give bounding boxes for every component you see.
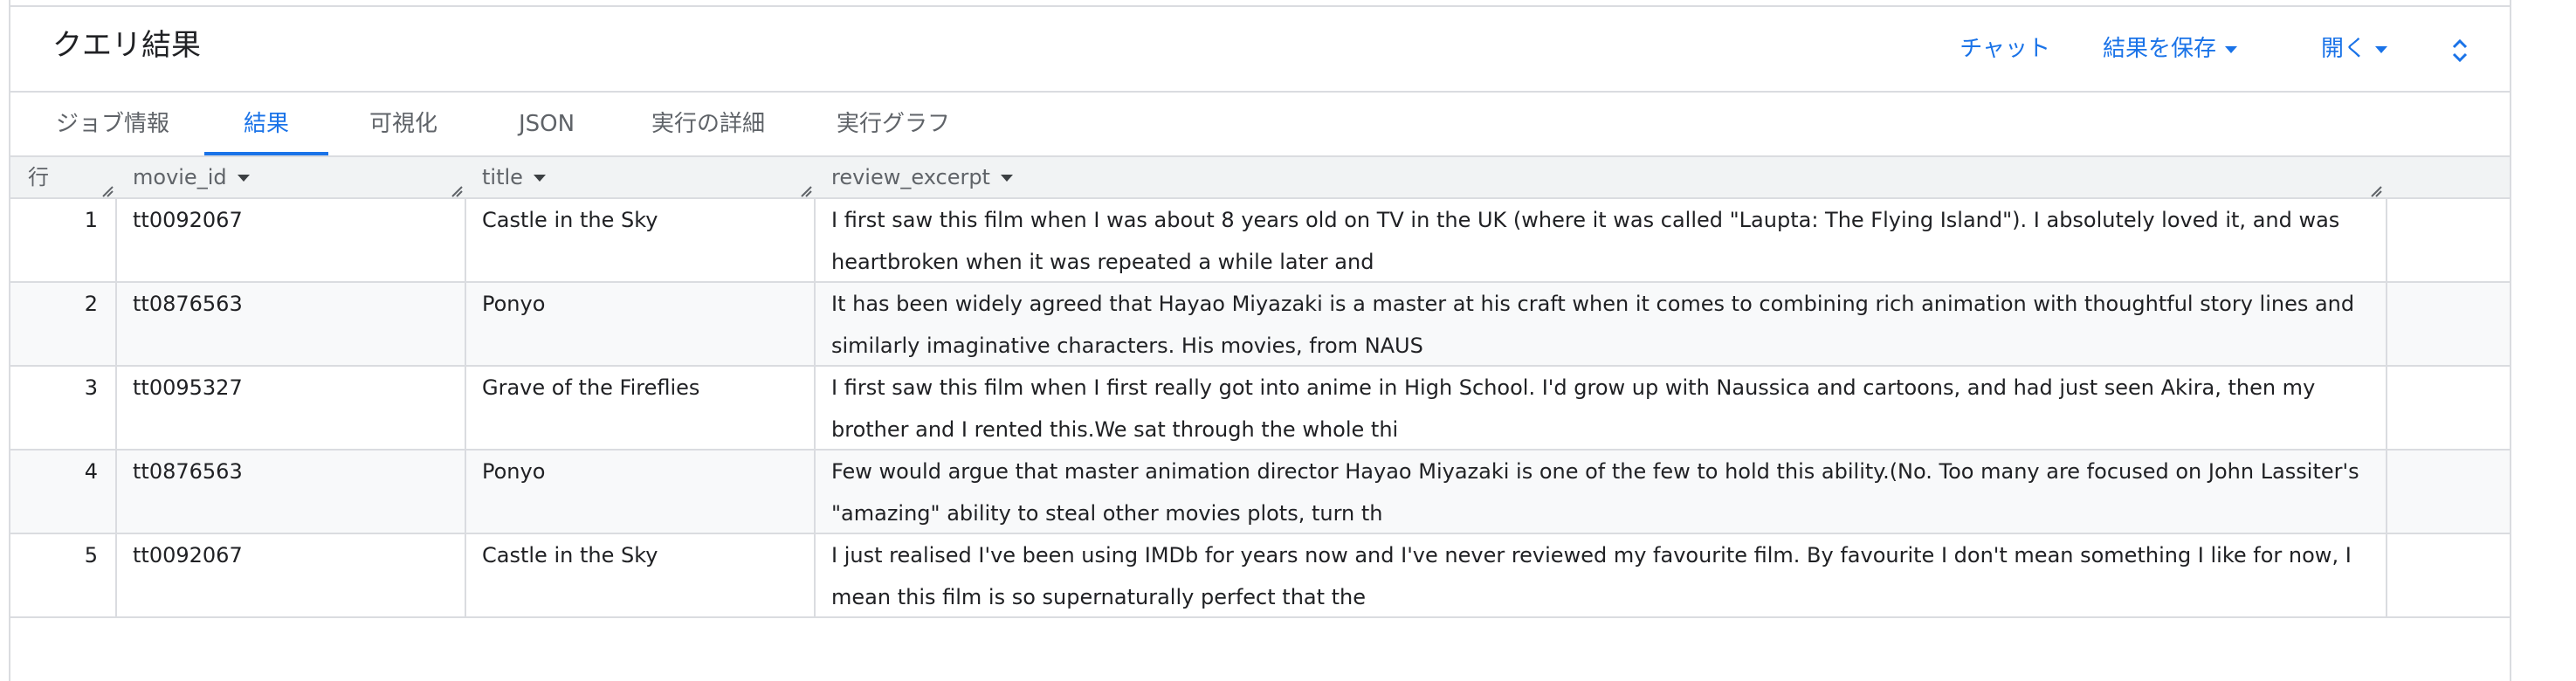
title-cell[interactable]: Grave of the Fireflies: [465, 367, 814, 449]
review-excerpt-cell[interactable]: I first saw this film when I was about 8…: [814, 199, 2386, 281]
movie-id-cell[interactable]: tt0876563: [115, 283, 465, 365]
movie-id-cell[interactable]: tt0095327: [115, 367, 465, 449]
column-resize-handle[interactable]: [101, 185, 114, 197]
column-header-row: 行: [28, 165, 49, 189]
column-divider: [115, 199, 117, 618]
results-tabs: ジョブ情報 結果 可視化 JSON 実行の詳細 実行グラフ: [10, 93, 2510, 155]
open-label: 開く: [2320, 36, 2366, 62]
save-results-button[interactable]: 結果を保存: [2103, 33, 2237, 65]
movie-id-cell[interactable]: tt0092067: [115, 199, 465, 281]
open-button[interactable]: 開く: [2321, 33, 2387, 65]
top-divider: [10, 5, 2510, 7]
column-resize-handle[interactable]: [2370, 185, 2382, 197]
row-number: 1: [84, 208, 98, 232]
column-header-movie-id[interactable]: movie_id: [133, 157, 250, 197]
row-number: 4: [84, 459, 98, 484]
tab-job-info[interactable]: ジョブ情報: [42, 93, 183, 155]
tab-visualization[interactable]: 可視化: [353, 93, 454, 155]
title-cell[interactable]: Ponyo: [465, 283, 814, 365]
title-cell[interactable]: Ponyo: [465, 451, 814, 533]
tab-results[interactable]: 結果: [204, 93, 328, 155]
row-number: 3: [84, 375, 98, 400]
title-cell[interactable]: Castle in the Sky: [465, 199, 814, 281]
save-results-label: 結果を保存: [2102, 36, 2216, 62]
table-row[interactable]: 2 tt0876563 Ponyo It has been widely agr…: [10, 283, 2510, 367]
chevron-down-icon: [2225, 45, 2237, 53]
tab-execution-graph[interactable]: 実行グラフ: [819, 93, 968, 155]
movie-id-cell[interactable]: tt0876563: [115, 451, 465, 533]
table-header: 行 movie_id title review_excerpt: [10, 155, 2510, 199]
page-title: クエリ結果: [52, 28, 201, 63]
column-divider: [2386, 199, 2387, 618]
column-divider: [465, 199, 466, 618]
sort-icon[interactable]: [533, 175, 546, 182]
chevron-down-icon: [2375, 45, 2387, 53]
sort-icon[interactable]: [1000, 175, 1013, 182]
review-excerpt-cell[interactable]: I first saw this film when I first reall…: [814, 367, 2386, 449]
tab-execution-details[interactable]: 実行の詳細: [634, 93, 782, 155]
table-row[interactable]: 5 tt0092067 Castle in the Sky I just rea…: [10, 534, 2510, 618]
row-number: 5: [84, 543, 98, 568]
chat-button[interactable]: チャット: [1960, 33, 2050, 65]
tab-json[interactable]: JSON: [496, 93, 597, 155]
movie-id-cell[interactable]: tt0092067: [115, 534, 465, 616]
title-cell[interactable]: Castle in the Sky: [465, 534, 814, 616]
review-excerpt-cell[interactable]: It has been widely agreed that Hayao Miy…: [814, 283, 2386, 365]
row-number: 2: [84, 292, 98, 316]
column-header-title[interactable]: title: [482, 157, 546, 197]
column-header-review-excerpt[interactable]: review_excerpt: [831, 157, 1013, 197]
expand-collapse-icon[interactable]: [2447, 35, 2473, 66]
column-resize-handle[interactable]: [451, 185, 463, 197]
column-resize-handle[interactable]: [800, 185, 812, 197]
table-row[interactable]: 3 tt0095327 Grave of the Fireflies I fir…: [10, 367, 2510, 451]
table-row[interactable]: 1 tt0092067 Castle in the Sky I first sa…: [10, 199, 2510, 283]
review-excerpt-cell[interactable]: Few would argue that master animation di…: [814, 451, 2386, 533]
review-excerpt-cell[interactable]: I just realised I've been using IMDb for…: [814, 534, 2386, 616]
chat-button-label: チャット: [1960, 36, 2050, 62]
column-divider: [814, 199, 816, 618]
sort-icon[interactable]: [237, 175, 250, 182]
query-results-panel: クエリ結果 チャット 結果を保存 開く ジョブ情報 結果 可視化 JSON 実行…: [9, 0, 2511, 681]
table-row[interactable]: 4 tt0876563 Ponyo Few would argue that m…: [10, 451, 2510, 534]
